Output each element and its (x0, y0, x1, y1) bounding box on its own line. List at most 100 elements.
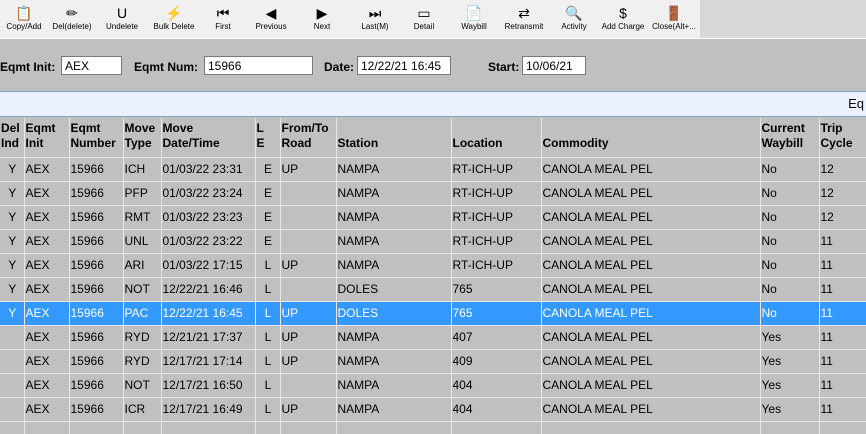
table-cell: AEX (24, 253, 70, 278)
table-cell: NAMPA (336, 157, 452, 182)
column-header[interactable]: From/To Road (280, 118, 337, 158)
eqmt-num-input[interactable] (204, 56, 313, 75)
activity-button[interactable]: 🔍 Activity (554, 2, 594, 36)
column-header[interactable]: Move Date/Time (161, 118, 256, 158)
table-cell: RT-ICH-UP (451, 181, 542, 206)
copy-add-button[interactable]: 📋 Copy/Add (2, 2, 46, 36)
table-cell: Y (0, 277, 25, 302)
column-header[interactable]: LE (255, 118, 281, 158)
table-cell: L (255, 325, 281, 350)
column-header[interactable]: Move Type (123, 118, 162, 158)
table-cell: AEX (24, 349, 70, 374)
table-cell: PAC (123, 301, 162, 326)
column-header-line1: Move (124, 121, 156, 135)
table-cell: L (255, 253, 281, 278)
date-input[interactable] (357, 56, 451, 75)
column-header[interactable]: Location (451, 118, 542, 158)
close-alt-icon: 🚪 (665, 5, 683, 21)
add-charge-label: Add Charge (601, 22, 645, 31)
start-input[interactable] (522, 56, 586, 75)
table-cell: Y (0, 181, 25, 206)
last-m-button[interactable]: ⏭ Last(M) (352, 2, 398, 36)
table-cell (0, 373, 25, 398)
filter-bar: Eqmt Init: Eqmt Num: Date: Start: (0, 38, 866, 91)
table-cell: Yes (760, 325, 820, 350)
start-label: Start: (488, 60, 520, 74)
empty-cell (69, 421, 124, 434)
add-charge-button[interactable]: $ Add Charge (598, 2, 648, 36)
table-cell: 407 (451, 325, 542, 350)
table-row[interactable]: Y AEX 15966 PAC 12/22/21 16:45 L UP DOLES 765 CAN… (0, 301, 866, 326)
column-header[interactable]: Eqmt Number (69, 118, 124, 158)
table-cell: UP (280, 253, 337, 278)
table-cell: 15966 (69, 181, 124, 206)
table-cell: E (255, 157, 281, 182)
previous-button[interactable]: ◀ Previous (250, 2, 292, 36)
table-cell: E (255, 205, 281, 230)
table-cell: L (255, 277, 281, 302)
table-cell: 01/03/22 23:22 (161, 229, 256, 254)
table-cell: RT-ICH-UP (451, 157, 542, 182)
table-cell: CANOLA MEAL PEL (541, 205, 761, 230)
table-row[interactable]: Y AEX 15966 PFP 01/03/22 23:24 E NAMPA RT-ICH-U… (0, 181, 866, 206)
column-header[interactable]: Del Ind (0, 118, 25, 158)
undelete-label: Undelete (105, 22, 139, 31)
table-cell: AEX (24, 205, 70, 230)
column-header-line2: Road (281, 136, 312, 150)
table-cell: 12/17/21 17:14 (161, 349, 256, 374)
next-label: Next (313, 22, 331, 31)
column-header-line1: Current (761, 121, 805, 135)
table-cell (280, 277, 337, 302)
table-row[interactable]: AEX 15966 RYD 12/17/21 17:14 L UP NAMPA 409 CANO… (0, 349, 866, 374)
close-alt-button[interactable]: 🚪 Close(Alt+... (648, 2, 700, 36)
waybill-button[interactable]: 📄 Waybill (456, 2, 492, 36)
table-cell: NAMPA (336, 325, 452, 350)
table-cell: CANOLA MEAL PEL (541, 277, 761, 302)
table-cell: 15966 (69, 373, 124, 398)
activity-label: Activity (561, 22, 587, 31)
table-cell: RMT (123, 205, 162, 230)
empty-row (0, 421, 866, 434)
column-header-line1: L (256, 121, 264, 135)
retransmit-button[interactable]: ⇄ Retransmit (498, 2, 550, 36)
table-row[interactable]: Y AEX 15966 ICH 01/03/22 23:31 E UP NAMPA RT-ICH… (0, 157, 866, 182)
table-row[interactable]: AEX 15966 NOT 12/17/21 16:50 L NAMPA 404 CANOLA… (0, 373, 866, 398)
bulk-delete-button[interactable]: ⚡ Bulk Delete (148, 2, 200, 36)
table-cell: NOT (123, 277, 162, 302)
detail-button[interactable]: ▭ Detail (404, 2, 444, 36)
table-row[interactable]: AEX 15966 RYD 12/21/21 17:37 L UP NAMPA 407 CANO… (0, 325, 866, 350)
table-cell: 12/17/21 16:50 (161, 373, 256, 398)
undelete-button[interactable]: U Undelete (102, 2, 142, 36)
table-cell (280, 205, 337, 230)
column-header[interactable]: Trip Cycle (819, 118, 866, 158)
table-cell: E (255, 229, 281, 254)
table-row[interactable]: Y AEX 15966 NOT 12/22/21 16:46 L DOLES 765 CANOL… (0, 277, 866, 302)
table-cell: RYD (123, 325, 162, 350)
movement-table: Del Ind Eqmt Init Eqmt Number Move Type Move Date… (0, 118, 866, 434)
table-cell: No (760, 253, 820, 278)
table-row[interactable]: AEX 15966 ICR 12/17/21 16:49 L UP NAMPA 404 CANO… (0, 397, 866, 422)
column-header[interactable]: Eqmt Init (24, 118, 70, 158)
table-row[interactable]: Y AEX 15966 RMT 01/03/22 23:23 E NAMPA RT-ICH-U… (0, 205, 866, 230)
column-header[interactable]: Commodity (541, 118, 761, 158)
column-header[interactable]: Current Waybill (760, 118, 820, 158)
table-cell: 01/03/22 17:15 (161, 253, 256, 278)
eqmt-num-label: Eqmt Num: (134, 60, 198, 74)
first-button[interactable]: ⏮ First (206, 2, 240, 36)
movement-grid: Del Ind Eqmt Init Eqmt Number Move Type Move Date… (0, 118, 866, 434)
next-button[interactable]: ▶ Next (306, 2, 338, 36)
column-header[interactable]: Station (336, 118, 452, 158)
table-cell: AEX (24, 373, 70, 398)
table-row[interactable]: Y AEX 15966 UNL 01/03/22 23:22 E NAMPA RT-ICH-U… (0, 229, 866, 254)
add-charge-icon: $ (619, 5, 627, 21)
eqmt-init-input[interactable] (61, 56, 122, 75)
waybill-label: Waybill (461, 22, 487, 31)
table-cell: UP (280, 325, 337, 350)
del-delete-button[interactable]: ✏ Del(delete) (50, 2, 94, 36)
table-cell: Y (0, 205, 25, 230)
table-cell: NAMPA (336, 397, 452, 422)
table-cell: NAMPA (336, 373, 452, 398)
table-row[interactable]: Y AEX 15966 ARI 01/03/22 17:15 L UP NAMPA RT-ICH… (0, 253, 866, 278)
table-cell: 15966 (69, 397, 124, 422)
table-cell: RT-ICH-UP (451, 253, 542, 278)
